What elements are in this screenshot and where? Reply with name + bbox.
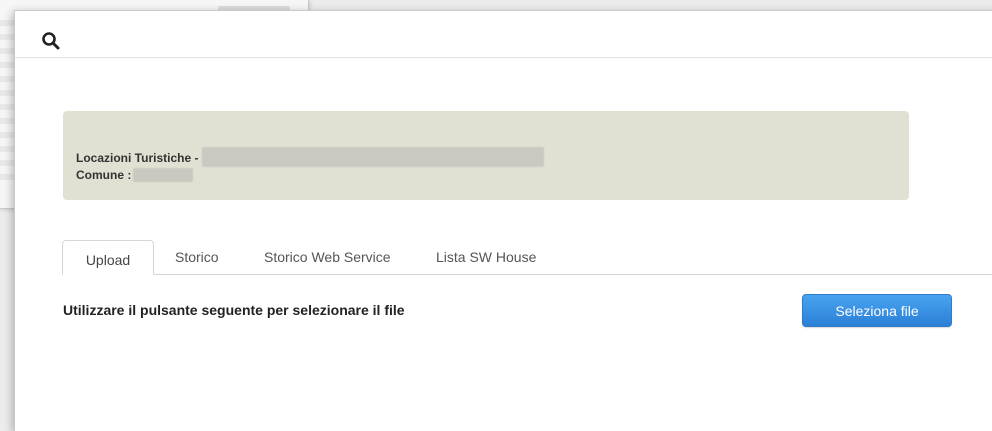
select-file-button[interactable]: Seleziona file	[802, 294, 952, 327]
tab-storico[interactable]: Storico	[159, 240, 235, 274]
tab-upload[interactable]: Upload	[62, 240, 154, 275]
info-box: Locazioni Turistiche - Comune :	[63, 111, 909, 200]
upload-instruction: Utilizzare il pulsante seguente per sele…	[63, 302, 405, 318]
search-icon[interactable]	[41, 31, 61, 51]
upload-dialog: Locazioni Turistiche - Comune : Upload S…	[14, 10, 992, 431]
info-comune-label: Comune :	[76, 168, 132, 182]
info-comune-line: Comune :	[76, 167, 194, 183]
info-title-line: Locazioni Turistiche -	[76, 147, 545, 169]
dialog-header	[15, 11, 992, 58]
info-title-label: Locazioni Turistiche -	[76, 151, 199, 166]
tab-lista-sw-house[interactable]: Lista SW House	[420, 240, 552, 274]
redacted-comune	[133, 167, 194, 182]
tab-storico-web-service[interactable]: Storico Web Service	[248, 240, 407, 274]
redacted-title	[202, 147, 545, 167]
tab-bar: Upload Storico Storico Web Service Lista…	[62, 240, 992, 275]
